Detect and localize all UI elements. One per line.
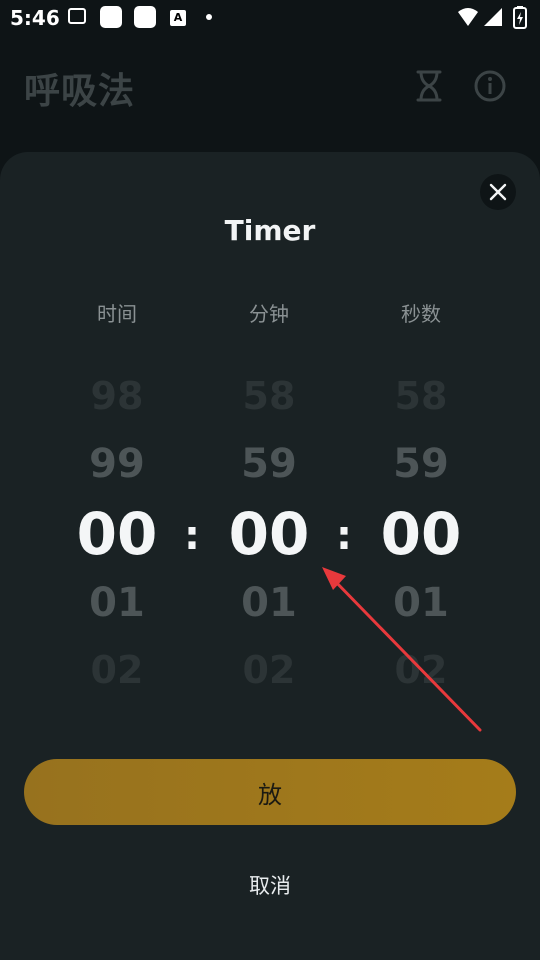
- picker-value: 59: [241, 441, 297, 487]
- hourglass-icon[interactable]: [409, 66, 449, 106]
- sheet-title: Timer: [224, 214, 316, 247]
- hours-label: 时间: [97, 302, 137, 326]
- picker-value: 01: [393, 580, 449, 626]
- image-notification-icon: [68, 8, 86, 24]
- status-icons: [456, 6, 532, 34]
- wifi-icon: [458, 8, 478, 26]
- picker-value: 01: [89, 580, 145, 626]
- picker-selected-value: 00: [228, 500, 310, 568]
- page-title: 呼吸法: [24, 71, 136, 112]
- close-icon: [489, 183, 507, 201]
- seconds-label: 秒数: [401, 302, 441, 326]
- minutes-label: 分钟: [249, 302, 289, 326]
- app-header: 呼吸法: [0, 36, 540, 136]
- app-notification-icon: [100, 6, 122, 28]
- more-notifications-dot: [206, 14, 212, 20]
- a-notification-icon: A: [170, 10, 186, 26]
- picker-selected-value: 00: [76, 500, 158, 568]
- cancel-button[interactable]: 取消: [0, 870, 540, 900]
- picker-value: 58: [242, 374, 296, 418]
- picker-value: 99: [89, 441, 145, 487]
- status-time: 5:46: [10, 6, 60, 30]
- picker-selected-value: 00: [380, 500, 462, 568]
- picker-value: 02: [90, 648, 144, 692]
- time-separator: :: [184, 513, 200, 559]
- close-button[interactable]: [480, 174, 516, 210]
- time-separator: :: [336, 513, 352, 559]
- battery-icon: [513, 6, 527, 29]
- picker-value: 02: [242, 648, 296, 692]
- picker-value: 98: [90, 374, 144, 418]
- signal-icon: [484, 8, 502, 26]
- status-bar: 5:46 A: [0, 0, 540, 36]
- app-notification-icon-2: [134, 6, 156, 28]
- picker-value: 58: [394, 374, 448, 418]
- picker-value: 59: [393, 441, 449, 487]
- picker-value: 02: [394, 648, 448, 692]
- start-button[interactable]: 放: [24, 759, 516, 825]
- info-icon[interactable]: [470, 66, 510, 106]
- picker-value: 01: [241, 580, 297, 626]
